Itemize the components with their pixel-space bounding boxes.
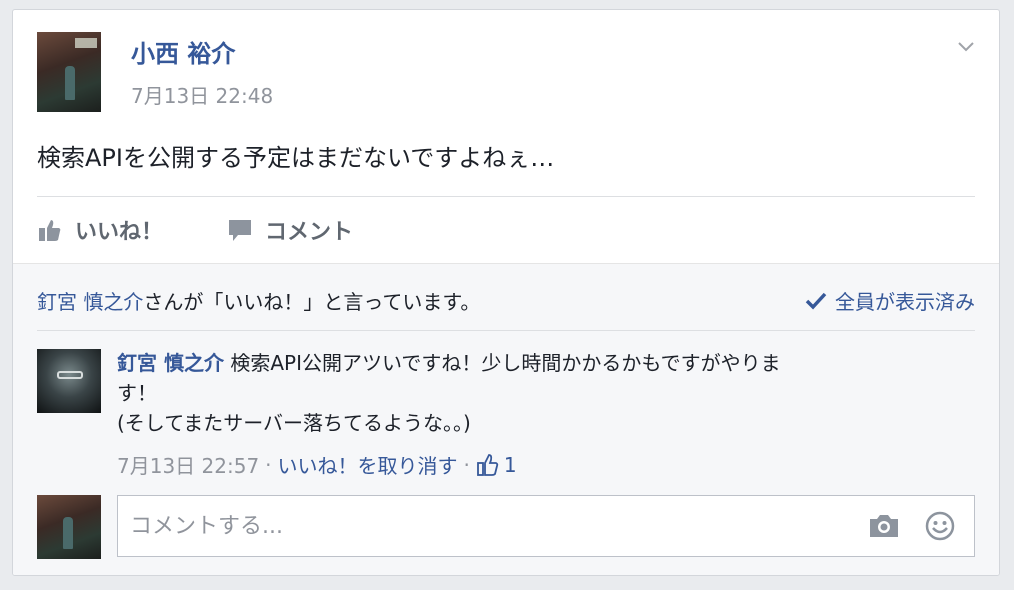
seen-by-label: 全員が表示済み bbox=[835, 290, 975, 314]
chevron-down-icon[interactable] bbox=[957, 38, 975, 56]
commenter-name[interactable]: 釘宮 慎之介 bbox=[117, 351, 224, 375]
liker-suffix: さんが「いいね！」と言っています。 bbox=[143, 290, 481, 314]
thumbs-up-icon bbox=[39, 220, 61, 241]
divider bbox=[37, 196, 975, 197]
author-avatar[interactable] bbox=[37, 32, 101, 112]
seen-by-link[interactable]: 全員が表示済み bbox=[805, 286, 975, 315]
comment-body: 釘宮 慎之介 検索API公開アツいですね！少し時間かかるかもですがやりま す！ … bbox=[117, 348, 937, 438]
camera-icon[interactable] bbox=[868, 512, 900, 540]
smiley-icon[interactable] bbox=[924, 510, 956, 542]
unlike-link[interactable]: いいね！を取り消す bbox=[278, 450, 458, 479]
checkmark-icon bbox=[805, 292, 827, 310]
post-body: 検索APIを公開する予定はまだないですよねぇ… bbox=[37, 144, 555, 172]
like-button-label: いいね！ bbox=[75, 220, 164, 245]
comment-like-count[interactable]: 1 bbox=[476, 453, 517, 477]
post-timestamp[interactable]: 7月13日 22:48 bbox=[131, 80, 273, 109]
comment-bubble-icon bbox=[229, 220, 252, 241]
feedback-section: 釘宮 慎之介さんが「いいね！」と言っています。 全員が表示済み 釘宮 慎之介 検… bbox=[13, 263, 999, 575]
comment-text-line3: (そしてまたサーバー落ちてるような。。) bbox=[117, 411, 471, 435]
thumbs-up-outline-icon bbox=[476, 453, 499, 476]
comment-text-line2: す！ bbox=[117, 381, 157, 405]
comment-text-line1: 検索API公開アツいですね！少し時間かかるかもですがやりま bbox=[230, 351, 781, 375]
likers-summary: 釘宮 慎之介さんが「いいね！」と言っています。 bbox=[37, 286, 480, 315]
divider bbox=[37, 330, 975, 331]
comment-meta: 7月13日 22:57 · いいね！を取り消す · 1 bbox=[117, 450, 517, 479]
post-author-name[interactable]: 小西 裕介 bbox=[131, 34, 235, 69]
comment-input-box[interactable] bbox=[117, 495, 975, 557]
commenter-avatar[interactable] bbox=[37, 349, 101, 413]
post-actions: いいね！ コメント bbox=[37, 210, 417, 250]
like-count-value: 1 bbox=[503, 452, 517, 477]
separator-dot: · bbox=[265, 452, 272, 477]
post-card: 小西 裕介 7月13日 22:48 検索APIを公開する予定はまだないですよねぇ… bbox=[12, 9, 1000, 576]
comment-input[interactable] bbox=[118, 496, 838, 556]
comment-timestamp[interactable]: 7月13日 22:57 bbox=[117, 450, 259, 479]
comment-button[interactable]: コメント bbox=[227, 214, 353, 246]
reply-user-avatar[interactable] bbox=[37, 495, 101, 559]
comment-button-label: コメント bbox=[265, 220, 354, 245]
liker-name-link[interactable]: 釘宮 慎之介 bbox=[37, 290, 143, 314]
separator-dot: · bbox=[463, 452, 470, 477]
like-button[interactable]: いいね！ bbox=[37, 214, 163, 246]
